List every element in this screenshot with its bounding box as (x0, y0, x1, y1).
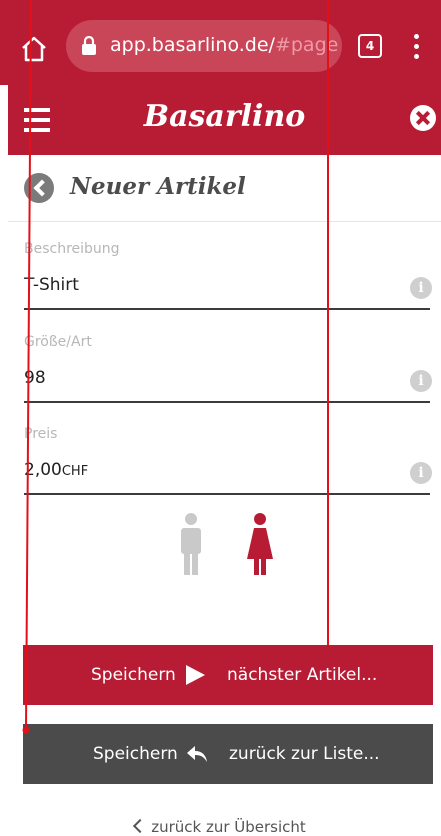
annotation-line (25, 0, 32, 731)
annotation-dot (22, 726, 30, 734)
annotation-overlay (22, 0, 329, 734)
